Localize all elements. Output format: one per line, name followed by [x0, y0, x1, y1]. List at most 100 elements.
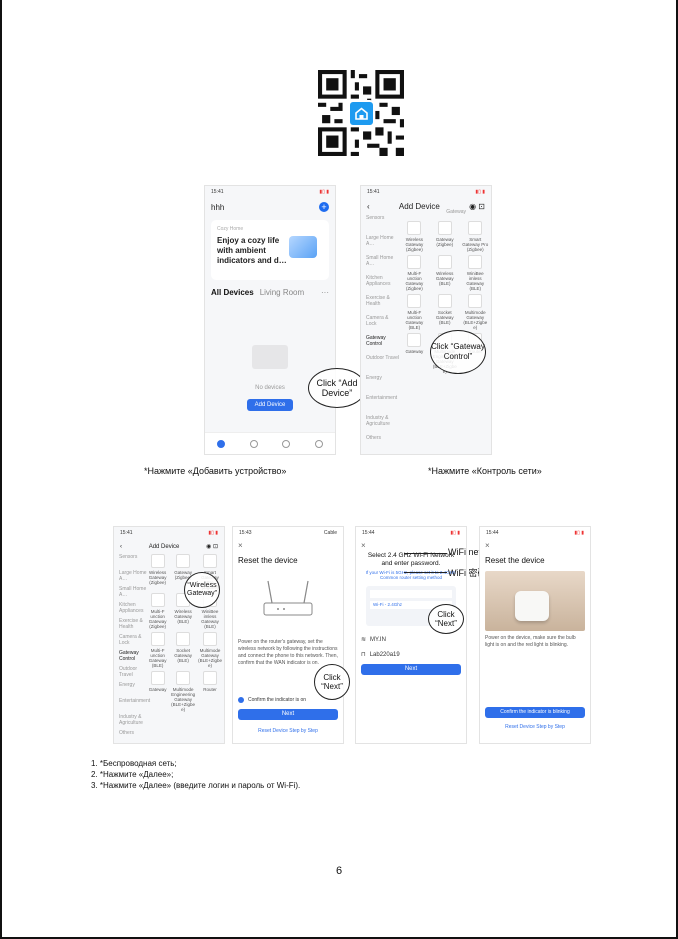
add-device-button[interactable]: Add Device [247, 399, 293, 411]
status-time: 15:43 [239, 530, 252, 536]
reset-steps-link[interactable]: Reset Device Step by Step [480, 724, 590, 730]
screenshot-home: 15:41 ▮▯ ▮ hhh + Cozy Home Enjoy a cozy li… [204, 185, 336, 455]
cable-label: Cable [323, 530, 337, 536]
device-tile[interactable]: Multi-F unction Gateway (Zigbee) [147, 593, 168, 629]
category-item[interactable]: Outdoor Travel [114, 666, 147, 682]
callout-wireless-gateway: “Wireless Gateway” [184, 572, 220, 608]
reset-steps-link[interactable]: Reset Device Step by Step [233, 728, 343, 734]
next-button[interactable]: Next [238, 709, 338, 720]
category-item[interactable]: Small Home A… [114, 586, 147, 602]
category-item[interactable]: Large Home A… [361, 235, 400, 255]
category-item[interactable]: Exercise & Health [114, 618, 147, 634]
device-icon [203, 554, 218, 568]
device-tile[interactable]: WiniBee imless Gateway (BLE) [462, 255, 489, 291]
empty-box-icon [252, 345, 288, 369]
next-button[interactable]: Next [361, 664, 461, 675]
device-tile[interactable]: Gateway [401, 333, 428, 374]
reset-body: Power on the device, make sure the bulb … [485, 635, 576, 648]
device-tile[interactable]: Router [198, 671, 222, 712]
device-icon [437, 294, 452, 308]
tab-living-room[interactable]: Living Room [260, 288, 304, 297]
device-tile[interactable]: Multimode Gateway (BLE+Zigbe e) [462, 294, 489, 330]
hub-photo [485, 571, 585, 631]
callout-next-step5: Click “Next” [428, 604, 464, 634]
checkbox-icon[interactable] [238, 697, 244, 703]
device-tile[interactable]: Multimode Gateway (BLE+Zigbe e) [198, 632, 222, 668]
device-label: Multimode Engineering Gateway (BLE+Zigbe… [171, 687, 196, 712]
device-label: WiniBee imless Gateway (BLE) [466, 271, 485, 291]
app-home-icon [348, 100, 375, 127]
device-tile[interactable]: Gateway [147, 671, 168, 712]
add-plus-icon[interactable]: + [319, 202, 329, 212]
category-item[interactable]: Gateway Control [361, 335, 400, 355]
category-item[interactable]: Kitchen Appliances [361, 275, 400, 295]
back-icon[interactable]: ‹ [120, 544, 122, 550]
device-tile[interactable]: Wireless Gateway (BLE) [431, 255, 458, 291]
battery-icon: ▮▯ ▮ [319, 189, 329, 195]
category-item[interactable]: Others [114, 730, 147, 743]
device-tile[interactable]: Socket Gateway (BLE) [171, 632, 195, 668]
category-item[interactable]: Others [361, 435, 400, 454]
close-icon[interactable]: × [233, 539, 343, 552]
category-item[interactable]: Sensors [114, 554, 147, 570]
section-label: Gateway [446, 209, 466, 215]
device-icon [468, 221, 483, 235]
tab-all-devices[interactable]: All Devices [211, 288, 254, 297]
category-item[interactable]: Energy [114, 682, 147, 698]
device-icon [407, 333, 422, 347]
device-icon [407, 255, 422, 269]
category-item[interactable]: Entertainment [361, 395, 400, 415]
device-tile[interactable]: Smart Gateway Pro (Zigbee) [462, 221, 489, 252]
home-name[interactable]: hhh [211, 203, 224, 212]
device-icon [407, 221, 422, 235]
device-tile[interactable]: Socket Gateway (BLE) [431, 294, 458, 330]
category-item[interactable]: Industry & Agriculture [361, 415, 400, 435]
category-item[interactable]: Outdoor Travel [361, 355, 400, 375]
close-icon[interactable]: × [480, 539, 590, 552]
device-tile[interactable]: Gateway (Zigbee) [431, 221, 458, 252]
more-icon[interactable]: ··· [321, 288, 329, 297]
device-icon [437, 221, 452, 235]
device-tile[interactable]: Wireless Gateway (Zigbee) [401, 221, 428, 252]
device-label: Gateway [148, 687, 167, 692]
device-tile[interactable]: Multimode Engineering Gateway (BLE+Zigbe… [171, 671, 195, 712]
device-label: Multi-F unction Gateway (Zigbee) [405, 271, 424, 291]
category-item[interactable]: Kitchen Appliances [114, 602, 147, 618]
category-item[interactable]: Entertainment [114, 698, 150, 714]
wifi-password-field[interactable]: Lab220a19 [370, 652, 400, 658]
device-icon [150, 554, 165, 568]
category-item[interactable]: Small Home A… [361, 255, 400, 275]
battery-icon: ▮▯ ▮ [208, 530, 218, 536]
screen-title: Add Device [148, 543, 180, 550]
nav-smart-icon[interactable] [282, 439, 291, 448]
category-item[interactable]: Camera & Lock [114, 634, 147, 650]
category-item[interactable]: Exercise & Health [361, 295, 400, 315]
scan-icon[interactable]: ◉ ⊡ [469, 202, 485, 211]
device-label: Multi-F unction Gateway (Zigbee) [148, 609, 167, 629]
device-label: Socket Gateway (BLE) [435, 310, 454, 325]
wifi-ssid-field[interactable]: MY.IN [370, 637, 386, 643]
device-icon [150, 671, 165, 685]
screenshot-reset-router: 15:43 Cable × Reset the device Power on t… [232, 526, 344, 744]
category-item[interactable]: Gateway Control [114, 650, 147, 666]
confirm-blinking-button[interactable]: Confirm the indicator is blinking [485, 707, 585, 718]
category-item[interactable]: Energy [361, 375, 400, 395]
scan-icon[interactable]: ◉ ⊡ [206, 543, 218, 550]
nav-scene-icon[interactable] [249, 439, 258, 448]
status-time: 15:44 [362, 530, 375, 536]
device-label: WiniBee imless Gateway (BLE) [201, 609, 219, 629]
category-item[interactable]: Industry & Agriculture [114, 714, 147, 730]
device-tile[interactable]: Multi-F unction Gateway (Zigbee) [401, 255, 428, 291]
device-tile[interactable]: Multi-F unction Gateway (BLE) [147, 632, 168, 668]
instruction-2: 2. *Нажмите «Далее»; [91, 770, 174, 779]
category-item[interactable]: Camera & Lock [361, 315, 400, 335]
category-item[interactable]: Large Home A… [114, 570, 147, 586]
device-tile[interactable]: Multi-F unction Gateway (BLE) [401, 294, 428, 330]
device-tile[interactable]: Wireless Gateway (Zigbee) [147, 554, 168, 590]
promo-card[interactable]: Cozy Home Enjoy a cozy life with ambient… [211, 220, 329, 280]
back-icon[interactable]: ‹ [367, 202, 370, 211]
device-label: Wireless Gateway (BLE) [435, 271, 454, 286]
nav-me-icon[interactable] [314, 439, 323, 448]
category-item[interactable]: Sensors [361, 215, 400, 235]
nav-home-icon[interactable] [217, 439, 226, 448]
